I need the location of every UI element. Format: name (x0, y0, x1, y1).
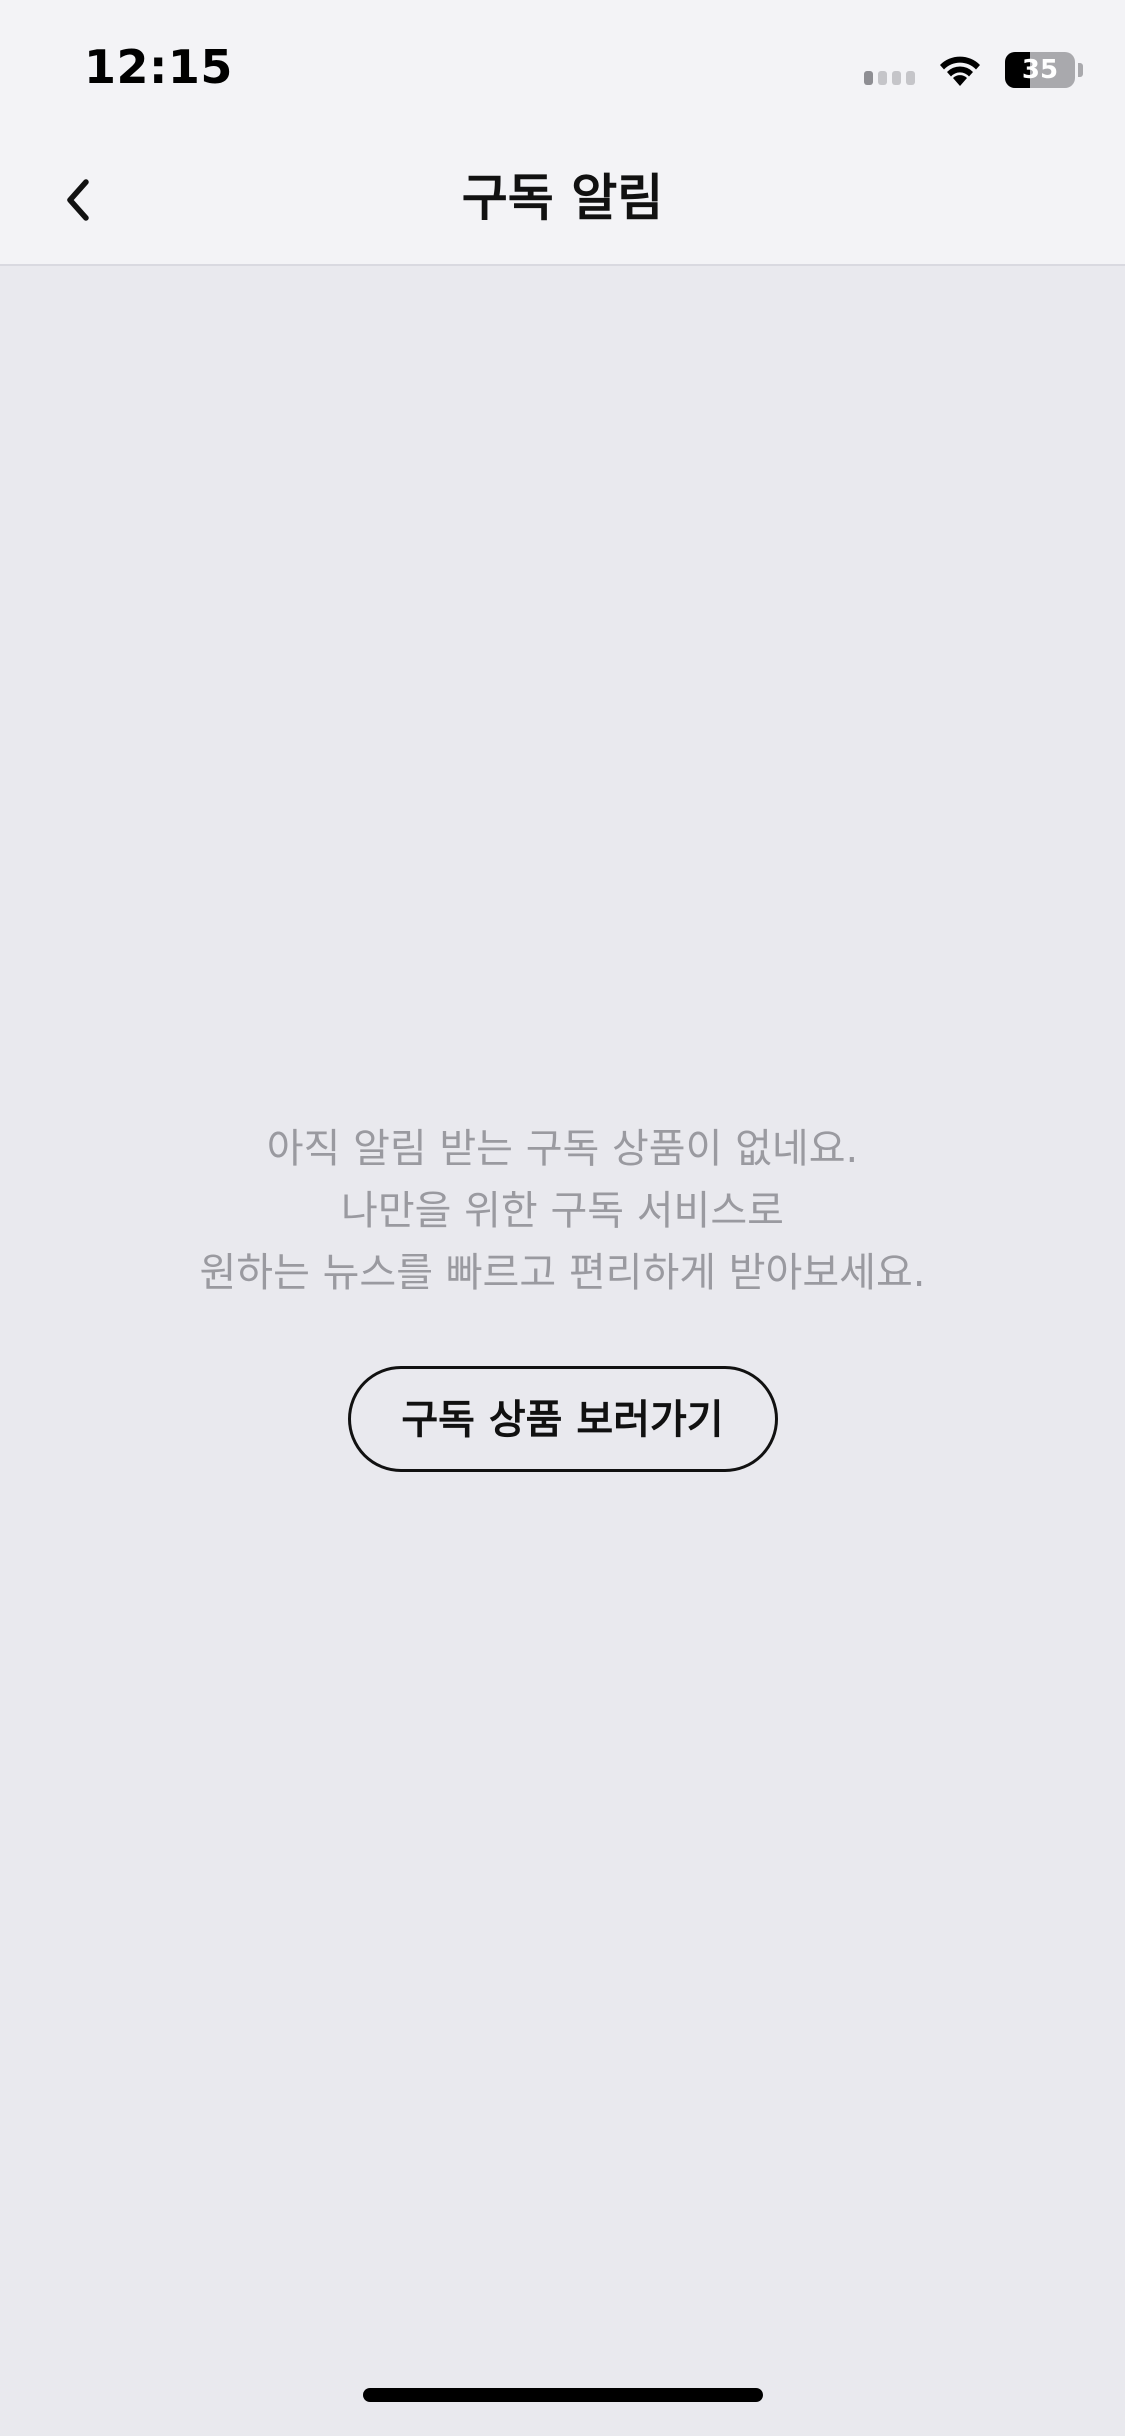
empty-message: 아직 알림 받는 구독 상품이 없네요. 나만을 위한 구독 서비스로 원하는 … (0, 1118, 1125, 1304)
status-indicators: 35 (864, 48, 1083, 92)
empty-state: 아직 알림 받는 구독 상품이 없네요. 나만을 위한 구독 서비스로 원하는 … (0, 1118, 1125, 1472)
empty-message-line: 아직 알림 받는 구독 상품이 없네요. (266, 1126, 859, 1172)
battery-level: 35 (1021, 55, 1059, 85)
navigation-bar: 구독 알림 (0, 132, 1125, 266)
empty-message-line: 나만을 위한 구독 서비스로 (341, 1188, 784, 1234)
battery-cap (1078, 63, 1083, 77)
battery-icon: 35 (1005, 52, 1075, 88)
empty-message-line: 원하는 뉴스를 빠르고 편리하게 받아보세요. (199, 1250, 926, 1296)
browse-subscriptions-button[interactable]: 구독 상품 보러가기 (347, 1366, 778, 1472)
cellular-signal-icon (864, 55, 915, 85)
status-time: 12:15 (84, 40, 233, 94)
status-bar: 12:15 35 (0, 0, 1125, 132)
page-title: 구독 알림 (461, 169, 664, 227)
home-indicator[interactable] (363, 2388, 763, 2402)
wifi-icon (940, 56, 980, 86)
